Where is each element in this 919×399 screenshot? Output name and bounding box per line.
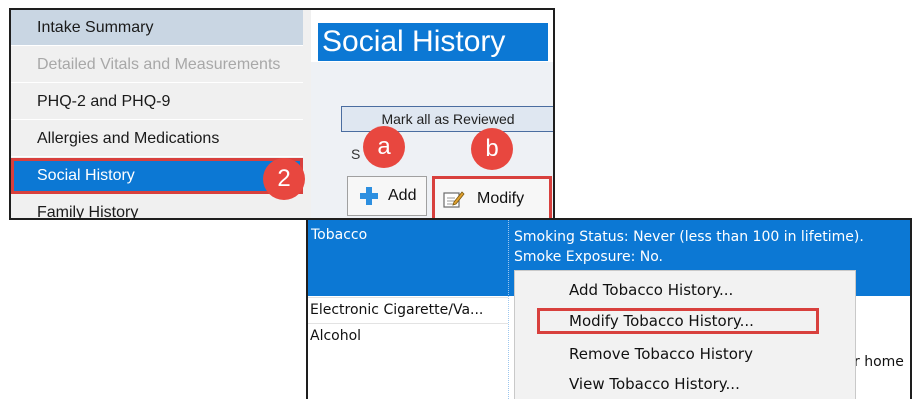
modify-button-label: Modify — [477, 190, 525, 207]
step-badge-a: a — [363, 126, 405, 168]
plus-icon — [360, 187, 378, 205]
page-title: Social History — [318, 23, 548, 61]
sidebar-item-detailed-vitals: Detailed Vitals and Measurements — [11, 47, 303, 83]
context-menu: Add Tobacco History... Modify Tobacco Hi… — [514, 270, 856, 399]
add-button[interactable]: Add — [347, 176, 427, 216]
modify-button[interactable]: Modify — [432, 176, 552, 218]
smoke-exposure-text: Smoke Exposure: No. — [514, 249, 663, 265]
row-separator — [308, 297, 508, 298]
bottom-panel: Tobacco Smoking Status: Never (less than… — [306, 218, 912, 399]
table-row-alcohol[interactable]: Alcohol — [310, 328, 361, 344]
sidebar-item-social-history[interactable]: Social History — [11, 158, 303, 194]
add-button-label: Add — [388, 187, 417, 204]
menu-item-remove-tobacco[interactable]: Remove Tobacco History — [515, 341, 855, 367]
sidebar-item-allergies-medications[interactable]: Allergies and Medications — [11, 121, 303, 157]
column-divider — [508, 220, 509, 399]
step-badge-b: b — [471, 128, 513, 170]
row-separator — [308, 323, 508, 324]
step-badge-2: 2 — [263, 158, 305, 200]
row-detail-tobacco: Smoking Status: Never (less than 100 in … — [514, 227, 864, 267]
menu-item-view-tobacco[interactable]: View Tobacco History... — [515, 371, 855, 397]
edit-icon — [443, 191, 465, 208]
menu-item-modify-tobacco[interactable]: Modify Tobacco History... — [537, 308, 819, 334]
partial-cell-text: r home — [854, 354, 904, 370]
groupbox-label: S — [351, 146, 361, 162]
row-category-tobacco: Tobacco — [311, 227, 368, 243]
smoking-status-text: Smoking Status: Never (less than 100 in … — [514, 229, 864, 245]
sidebar-item-intake-summary[interactable]: Intake Summary — [11, 10, 303, 46]
table-row-electronic-cigarette[interactable]: Electronic Cigarette/Va... — [310, 302, 483, 318]
main-panel: Social History Mark all as Reviewed S Ad… — [311, 10, 553, 218]
sidebar-item-phq[interactable]: PHQ-2 and PHQ-9 — [11, 84, 303, 120]
sidebar-item-family-history[interactable]: Family History — [11, 195, 303, 218]
menu-item-add-tobacco[interactable]: Add Tobacco History... — [515, 277, 855, 303]
top-panel: Intake Summary Detailed Vitals and Measu… — [9, 8, 555, 220]
